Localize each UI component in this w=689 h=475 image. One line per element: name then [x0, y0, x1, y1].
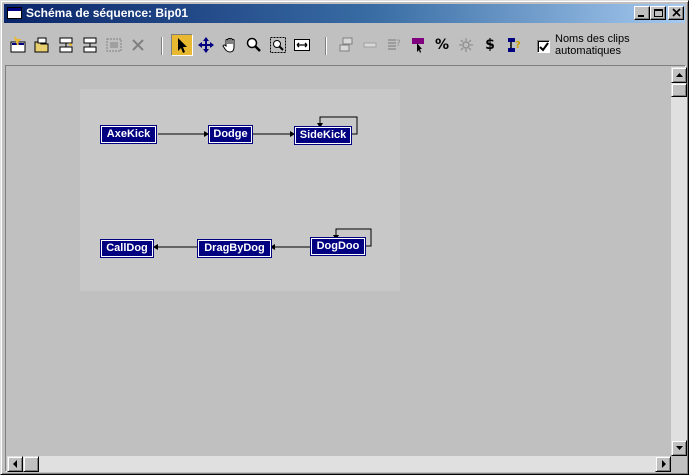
compute-path-icon: ? — [508, 38, 521, 52]
select-arrow-icon — [178, 38, 187, 53]
auto-clip-names-label: Noms des clips automatiques — [555, 33, 630, 57]
vertical-scroll-thumb[interactable] — [671, 83, 687, 97]
swap-clips-button[interactable] — [103, 34, 125, 56]
transition-editor-icon: ? — [388, 39, 401, 50]
svg-text:?: ? — [396, 39, 401, 49]
delete-button[interactable] — [127, 34, 149, 56]
window-title: Schéma de séquence: Bip01 — [26, 6, 189, 20]
sequence-canvas-frame: AxeKick Dodge SideKick CallDog DragByDog… — [5, 65, 687, 472]
scroll-right-button[interactable] — [655, 456, 671, 472]
insert-transition-icon — [59, 37, 73, 53]
open-clip-icon — [34, 37, 49, 53]
scroll-left-button[interactable] — [7, 456, 23, 472]
arrow-down-icon — [676, 446, 683, 450]
arrow-up-icon — [676, 73, 683, 77]
clip-calldog[interactable]: CallDog — [100, 239, 154, 258]
close-button[interactable] — [668, 6, 684, 20]
toolbar-separator — [161, 37, 163, 55]
minimize-icon — [638, 15, 644, 17]
clip-properties-icon — [339, 37, 353, 52]
set-start-clip-button[interactable] — [79, 34, 101, 56]
maximize-icon — [654, 9, 663, 17]
set-start-clip-icon — [83, 37, 97, 53]
auto-clip-names-option[interactable]: Noms des clips automatiques — [533, 32, 683, 60]
zoom-icon — [246, 37, 261, 52]
horizontal-scroll-thumb[interactable] — [23, 456, 39, 472]
checkmark-icon — [539, 42, 549, 52]
scroll-down-button[interactable] — [671, 440, 687, 456]
minimize-button[interactable] — [634, 6, 650, 20]
dollar-button[interactable]: $ — [479, 34, 501, 56]
scrollbar-corner — [671, 456, 687, 472]
clip-axekick[interactable]: AxeKick — [100, 125, 157, 144]
diagram-area: AxeKick Dodge SideKick CallDog DragByDog… — [80, 89, 400, 291]
pan-hand-icon — [222, 38, 235, 53]
clip-dodge[interactable]: Dodge — [208, 125, 253, 144]
vertical-scrollbar[interactable] — [671, 67, 687, 456]
clip-dogdoo[interactable]: DogDoo — [310, 237, 366, 256]
insert-clip-icon — [10, 36, 26, 53]
clip-sidekick[interactable]: SideKick — [294, 126, 352, 145]
sequence-canvas[interactable]: AxeKick Dodge SideKick CallDog DragByDog… — [7, 67, 670, 456]
transition-arrows — [153, 116, 372, 250]
zoom-extents-icon — [294, 39, 310, 51]
transition-icon — [363, 42, 377, 48]
svg-text:?: ? — [515, 40, 521, 51]
window-icon — [7, 7, 22, 19]
zoom-region-button[interactable] — [267, 34, 289, 56]
transition-editor-button[interactable]: ? — [383, 34, 405, 56]
toolbar: ? % $ ? Noms des clips automatiques — [5, 31, 685, 61]
compute-path-button[interactable]: ? — [503, 34, 525, 56]
random-start-button[interactable] — [455, 34, 477, 56]
select-random-button[interactable] — [407, 34, 429, 56]
auto-clip-names-checkbox[interactable] — [537, 40, 550, 53]
close-icon — [672, 8, 681, 17]
random-start-icon — [459, 38, 473, 52]
toolbar-separator — [325, 37, 327, 55]
move-button[interactable] — [195, 34, 217, 56]
clip-dragbydog[interactable]: DragByDog — [197, 239, 272, 258]
scroll-up-button[interactable] — [671, 67, 687, 83]
zoom-region-icon — [270, 37, 286, 53]
percent-button[interactable]: % — [431, 34, 453, 56]
title-bar[interactable]: Schéma de séquence: Bip01 — [4, 4, 685, 23]
transition-button[interactable] — [359, 34, 381, 56]
zoom-button[interactable] — [243, 34, 265, 56]
select-random-icon — [412, 38, 424, 53]
select-button[interactable] — [171, 34, 193, 56]
zoom-extents-button[interactable] — [291, 34, 313, 56]
dollar-icon: $ — [485, 37, 495, 53]
arrow-left-icon — [13, 460, 17, 468]
percent-icon: % — [434, 37, 450, 53]
maximize-button[interactable] — [650, 6, 666, 20]
clip-properties-button[interactable] — [335, 34, 357, 56]
transition-arrowhead — [153, 244, 158, 250]
insert-clip-button[interactable] — [7, 34, 29, 56]
insert-transition-button[interactable] — [55, 34, 77, 56]
sequence-schema-window: Schéma de séquence: Bip01 ? % $ ? Noms d… — [0, 0, 689, 475]
delete-icon — [132, 39, 144, 51]
horizontal-scrollbar[interactable] — [7, 456, 671, 472]
swap-clips-icon — [106, 38, 122, 52]
open-clip-button[interactable] — [31, 34, 53, 56]
move-icon — [198, 37, 214, 53]
pan-button[interactable] — [219, 34, 241, 56]
arrow-right-icon — [662, 460, 666, 468]
